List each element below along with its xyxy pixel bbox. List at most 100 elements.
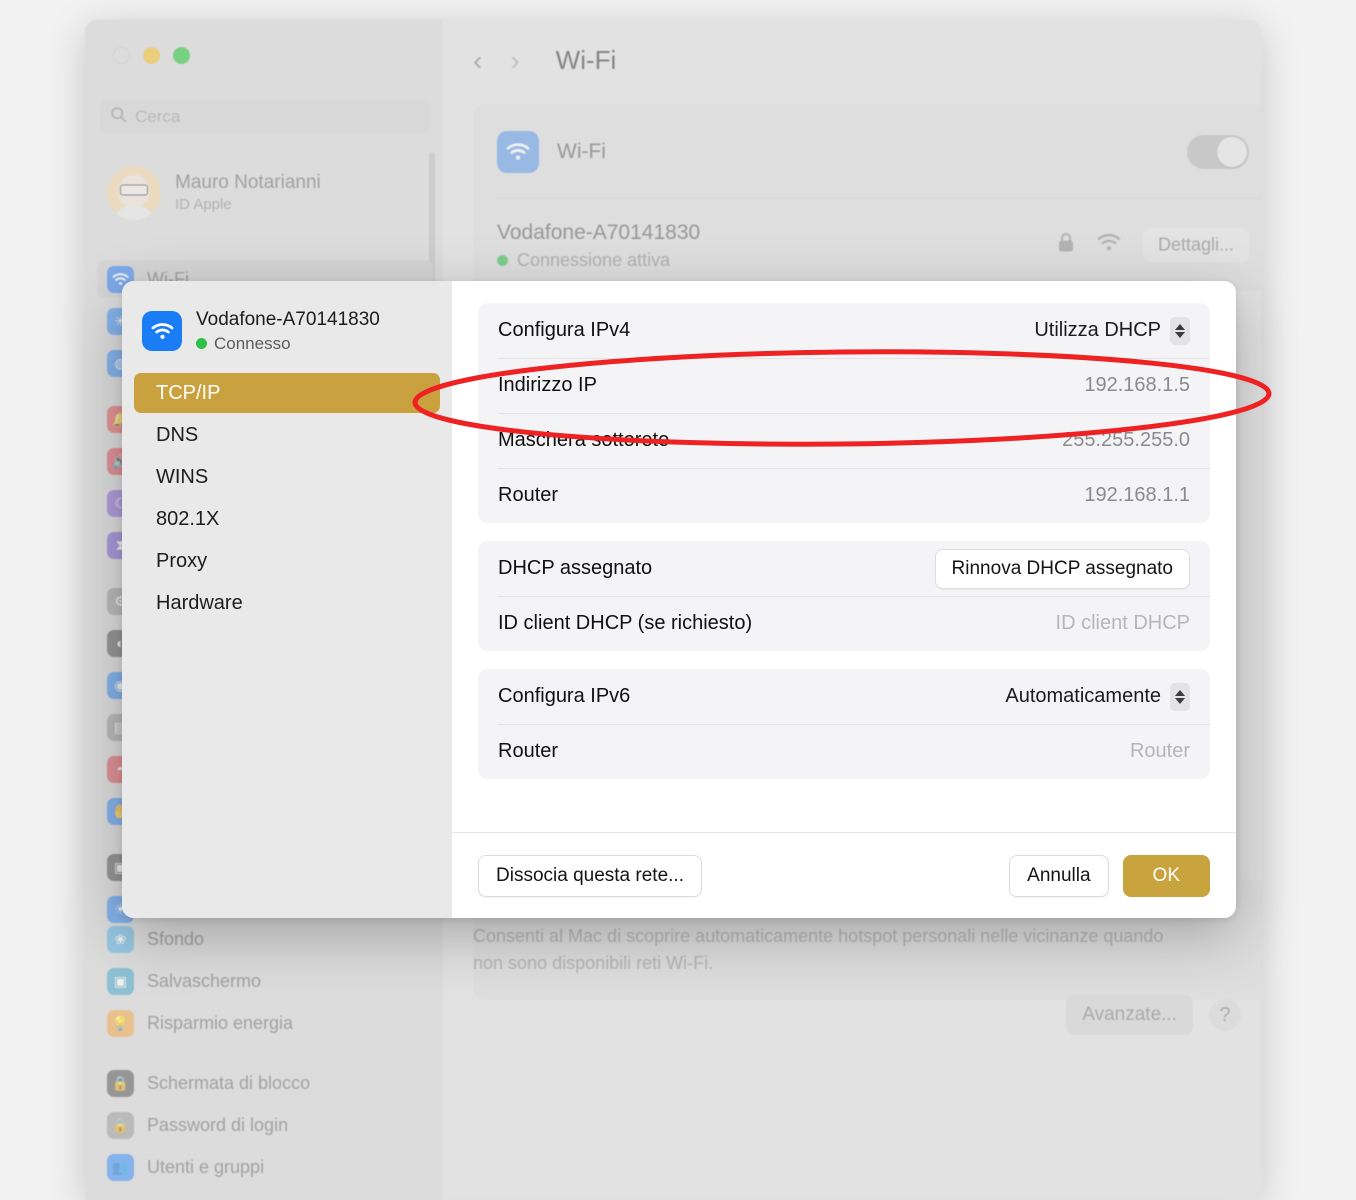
sidebar-item-label: Sfondo — [147, 928, 205, 949]
forget-network-button[interactable]: Dissocia questa rete... — [478, 854, 702, 897]
search-icon — [110, 106, 127, 128]
row-label: DHCP assegnato — [498, 557, 653, 579]
network-status-label: Connessione attiva — [517, 250, 671, 271]
status-dot-icon — [196, 338, 207, 350]
avatar — [107, 166, 161, 220]
sidebar-item-risparmio-energia[interactable]: 💡 Risparmio energia — [97, 1004, 433, 1042]
chevron-left-icon[interactable]: ‹ — [473, 46, 482, 75]
row-label: Router — [498, 484, 559, 506]
row-value: 255.255.255.0 — [1062, 429, 1190, 451]
hotspot-helper-text: Consenti al Mac di scoprire automaticame… — [473, 926, 1164, 973]
row-value: 192.168.1.5 — [1084, 374, 1190, 396]
row-label: ID client DHCP (se richiesto) — [498, 612, 753, 634]
row-maschera-sottorete: Maschera sottorete 255.255.255.0 — [478, 413, 1210, 468]
row-value: Utilizza DHCP — [1034, 319, 1161, 341]
lock-screen-icon: 🔒 — [107, 1069, 134, 1097]
screenshot-root: Cerca Mauro Notarianni ID Apple Wi-Fi ✳ … — [0, 0, 1356, 1200]
wifi-toggle-switch[interactable] — [1187, 134, 1249, 169]
close-button[interactable] — [113, 47, 130, 64]
sheet-menu-item-8021x[interactable]: 802.1X — [134, 499, 440, 539]
page-title: Wi-Fi — [555, 45, 617, 75]
wifi-card: Wi-Fi Vodafone-A70141830 Connessione att… — [473, 105, 1261, 291]
row-label: Router — [498, 740, 559, 762]
chevron-updown-icon — [1170, 682, 1190, 711]
status-dot-icon — [497, 255, 508, 267]
ipv6-group: Configura IPv6 Automaticamente Router Ro… — [478, 669, 1210, 779]
sheet-network-status-label: Connesso — [214, 333, 291, 353]
row-label: Maschera sottorete — [498, 429, 670, 451]
row-router-ipv4: Router 192.168.1.1 — [478, 468, 1210, 523]
sheet-content: Configura IPv4 Utilizza DHCP Indirizzo I… — [452, 281, 1236, 918]
dhcp-client-id-input[interactable]: ID client DHCP — [1056, 612, 1190, 635]
row-dhcp-client-id: ID client DHCP (se richiesto) ID client … — [478, 596, 1210, 651]
network-name: Vodafone-A70141830 — [497, 220, 701, 244]
row-indirizzo-ip: Indirizzo IP 192.168.1.5 — [478, 358, 1210, 413]
login-password-icon: 🔒 — [107, 1111, 134, 1139]
sidebar-item-password-di-login[interactable]: 🔒 Password di login — [97, 1106, 433, 1144]
row-configura-ipv6: Configura IPv6 Automaticamente — [478, 669, 1210, 724]
row-value: Automaticamente — [1005, 685, 1161, 707]
minimize-button[interactable] — [143, 47, 160, 64]
chevron-right-icon[interactable]: › — [510, 46, 519, 75]
row-dhcp-assegnato: DHCP assegnato Rinnova DHCP assegnato — [478, 541, 1210, 596]
network-details-sheet: Vodafone-A70141830 Connesso TCP/IP DNS W… — [122, 281, 1236, 918]
sheet-menu-item-hardware[interactable]: Hardware — [134, 583, 440, 623]
sidebar-item-label: Password di login — [147, 1114, 289, 1135]
energy-saver-icon: 💡 — [107, 1009, 134, 1037]
wifi-icon — [142, 311, 182, 351]
ipv4-group: Configura IPv4 Utilizza DHCP Indirizzo I… — [478, 303, 1210, 523]
users-groups-icon: 👥 — [107, 1153, 134, 1181]
network-status: Connessione attiva — [497, 250, 700, 271]
sheet-footer: Dissocia questa rete... Annulla OK — [452, 832, 1236, 918]
details-button[interactable]: Dettagli... — [1142, 227, 1249, 263]
account-name: Mauro Notarianni — [175, 172, 321, 193]
wifi-signal-icon — [1097, 233, 1121, 257]
sheet-menu-item-wins[interactable]: WINS — [134, 457, 440, 497]
router-ipv6-input[interactable]: Router — [1130, 740, 1190, 763]
sheet-sidebar: Vodafone-A70141830 Connesso TCP/IP DNS W… — [122, 281, 452, 918]
sheet-menu: TCP/IP DNS WINS 802.1X Proxy Hardware — [122, 373, 452, 623]
sidebar-item-label: Salvaschermo — [147, 970, 262, 991]
sheet-network-header: Vodafone-A70141830 Connesso — [122, 303, 452, 359]
row-value: 192.168.1.1 — [1084, 484, 1190, 506]
sheet-menu-item-dns[interactable]: DNS — [134, 415, 440, 455]
window-traffic-lights — [113, 47, 190, 64]
ok-button[interactable]: OK — [1122, 854, 1210, 897]
zoom-button[interactable] — [173, 47, 190, 64]
search-input[interactable]: Cerca — [100, 100, 430, 134]
cancel-button[interactable]: Annulla — [1009, 854, 1109, 897]
row-router-ipv6: Router Router — [478, 724, 1210, 779]
configura-ipv4-popup[interactable]: Utilizza DHCP — [1034, 316, 1190, 345]
sidebar-item-salvaschermo[interactable]: ▣ Salvaschermo — [97, 962, 433, 1000]
screensaver-icon: ▣ — [107, 967, 134, 995]
sidebar-item-schermata-di-blocco[interactable]: 🔒 Schermata di blocco — [97, 1064, 433, 1102]
account-subtitle: ID Apple — [175, 195, 232, 213]
content-bottom-actions: Avanzate... ? — [1066, 995, 1241, 1035]
chevron-updown-icon — [1170, 316, 1190, 345]
connected-network-row: Vodafone-A70141830 Connessione attiva De… — [473, 199, 1261, 291]
wifi-icon — [497, 130, 539, 173]
account-row[interactable]: Mauro Notarianni ID Apple — [97, 160, 433, 226]
help-button[interactable]: ? — [1209, 999, 1241, 1031]
configura-ipv6-popup[interactable]: Automaticamente — [1005, 682, 1190, 711]
sheet-network-name: Vodafone-A70141830 — [196, 309, 380, 331]
wifi-toggle-label: Wi-Fi — [557, 139, 606, 163]
sidebar-item-utenti-e-gruppi[interactable]: 👥 Utenti e gruppi — [97, 1148, 433, 1186]
sheet-network-status: Connesso — [196, 334, 380, 354]
sidebar-item-label: Utenti e gruppi — [147, 1156, 265, 1177]
search-placeholder: Cerca — [135, 107, 181, 126]
row-label: Configura IPv4 — [498, 319, 631, 341]
navigation-header: ‹ › Wi-Fi — [473, 45, 616, 76]
wallpaper-icon: ❀ — [107, 925, 134, 953]
sidebar-item-label: Schermata di blocco — [147, 1072, 311, 1093]
row-configura-ipv4: Configura IPv4 Utilizza DHCP — [478, 303, 1210, 358]
sidebar-item-sfondo[interactable]: ❀ Sfondo — [97, 920, 433, 958]
row-label: Indirizzo IP — [498, 374, 597, 396]
sheet-menu-item-proxy[interactable]: Proxy — [134, 541, 440, 581]
sheet-menu-item-tcpip[interactable]: TCP/IP — [134, 373, 440, 413]
renew-dhcp-lease-button[interactable]: Rinnova DHCP assegnato — [934, 548, 1190, 589]
dhcp-group: DHCP assegnato Rinnova DHCP assegnato ID… — [478, 541, 1210, 651]
lock-icon — [1057, 232, 1075, 259]
advanced-button[interactable]: Avanzate... — [1066, 995, 1193, 1035]
wifi-toggle-row: Wi-Fi — [473, 105, 1261, 198]
